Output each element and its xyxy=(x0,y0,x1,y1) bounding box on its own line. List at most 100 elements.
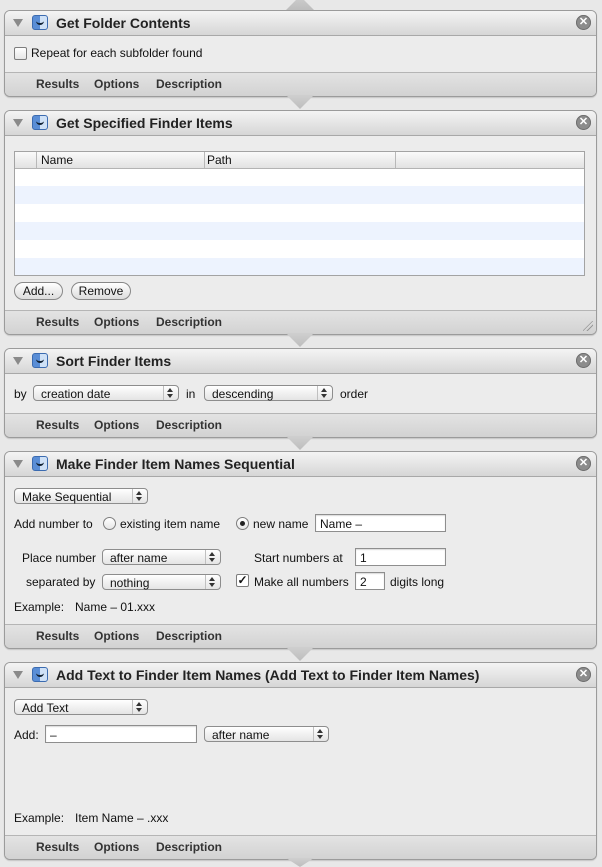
add-text-field[interactable]: – xyxy=(45,725,197,743)
order-label: order xyxy=(340,387,369,401)
connector xyxy=(286,647,314,661)
text-position-value: after name xyxy=(212,728,270,742)
table-header: Name Path xyxy=(15,152,584,169)
finder-icon xyxy=(32,456,48,471)
tab-options[interactable]: Options xyxy=(94,629,139,643)
tab-description[interactable]: Description xyxy=(156,418,222,432)
disclosure-triangle-icon[interactable] xyxy=(13,119,23,127)
tab-description[interactable]: Description xyxy=(156,315,222,329)
place-number-label: Place number xyxy=(22,551,97,565)
finder-icon xyxy=(32,667,48,682)
close-icon[interactable]: ✕ xyxy=(576,15,591,30)
text-position-popup[interactable]: after name xyxy=(204,726,329,742)
tab-description[interactable]: Description xyxy=(156,77,222,91)
action-footer: Results Options Description xyxy=(5,310,596,334)
tab-options[interactable]: Options xyxy=(94,77,139,91)
add-label: Add: xyxy=(14,728,39,742)
tab-results[interactable]: Results xyxy=(36,840,79,854)
new-name-radio[interactable] xyxy=(236,517,249,530)
action-footer: Results Options Description xyxy=(5,413,596,437)
start-numbers-field[interactable]: 1 xyxy=(355,548,446,566)
sort-order-value: descending xyxy=(212,387,274,401)
action-footer: Results Options Description xyxy=(5,624,596,648)
column-header-path[interactable]: Path xyxy=(207,153,232,167)
new-name-value: Name – xyxy=(320,517,363,531)
add-button[interactable]: Add... xyxy=(14,282,63,300)
finder-icon xyxy=(32,353,48,368)
connector xyxy=(286,858,314,867)
digits-field[interactable]: 2 xyxy=(355,572,385,590)
finder-icon xyxy=(32,115,48,130)
repeat-subfolder-label: Repeat for each subfolder found xyxy=(31,46,203,60)
example-label: Example: xyxy=(14,600,65,614)
sort-by-value: creation date xyxy=(41,387,111,401)
existing-item-name-radio[interactable] xyxy=(103,517,116,530)
add-text-mode-value: Add Text xyxy=(22,701,69,715)
popup-arrows-icon xyxy=(313,727,328,741)
disclosure-triangle-icon[interactable] xyxy=(13,357,23,365)
action-header: Add Text to Finder Item Names (Add Text … xyxy=(5,663,596,688)
popup-arrows-icon xyxy=(132,700,147,714)
make-all-numbers-checkbox[interactable]: ✓ xyxy=(236,574,249,587)
finder-items-table[interactable]: Name Path xyxy=(14,151,585,276)
table-row[interactable] xyxy=(15,240,584,258)
start-numbers-value: 1 xyxy=(360,551,367,565)
example-value: Item Name – .xxx xyxy=(75,811,169,825)
popup-arrows-icon xyxy=(317,386,332,400)
close-icon[interactable]: ✕ xyxy=(576,456,591,471)
mode-popup[interactable]: Make Sequential xyxy=(14,488,148,504)
tab-description[interactable]: Description xyxy=(156,840,222,854)
action-header: Get Folder Contents ✕ xyxy=(5,11,596,36)
add-text-value: – xyxy=(50,728,57,742)
add-text-mode-popup[interactable]: Add Text xyxy=(14,699,148,715)
action-make-sequential: Make Finder Item Names Sequential ✕ Make… xyxy=(4,451,597,649)
action-header: Make Finder Item Names Sequential ✕ xyxy=(5,452,596,477)
table-row[interactable] xyxy=(15,222,584,240)
close-icon[interactable]: ✕ xyxy=(576,667,591,682)
place-number-popup[interactable]: after name xyxy=(102,549,221,565)
disclosure-triangle-icon[interactable] xyxy=(13,671,23,679)
sort-order-popup[interactable]: descending xyxy=(204,385,333,401)
tab-results[interactable]: Results xyxy=(36,418,79,432)
close-icon[interactable]: ✕ xyxy=(576,115,591,130)
tab-options[interactable]: Options xyxy=(94,315,139,329)
repeat-subfolder-checkbox[interactable] xyxy=(14,47,27,60)
digits-long-label: digits long xyxy=(390,575,445,589)
tab-options[interactable]: Options xyxy=(94,840,139,854)
new-name-label: new name xyxy=(253,517,309,531)
tab-results[interactable]: Results xyxy=(36,629,79,643)
disclosure-triangle-icon[interactable] xyxy=(13,19,23,27)
resize-grip-icon[interactable] xyxy=(583,321,593,331)
table-row[interactable] xyxy=(15,258,584,275)
close-icon[interactable]: ✕ xyxy=(576,353,591,368)
separated-by-popup[interactable]: nothing xyxy=(102,574,221,590)
new-name-field[interactable]: Name – xyxy=(315,514,446,532)
tab-results[interactable]: Results xyxy=(36,77,79,91)
by-label: by xyxy=(14,387,27,401)
action-header: Sort Finder Items ✕ xyxy=(5,349,596,374)
action-title: Add Text to Finder Item Names (Add Text … xyxy=(56,667,480,683)
action-footer: Results Options Description xyxy=(5,835,596,859)
separated-by-label: separated by xyxy=(26,575,96,589)
sort-by-popup[interactable]: creation date xyxy=(33,385,179,401)
action-header: Get Specified Finder Items ✕ xyxy=(5,111,596,136)
finder-icon xyxy=(32,15,48,30)
table-row[interactable] xyxy=(15,186,584,204)
table-row[interactable] xyxy=(15,168,584,186)
example-value: Name – 01.xxx xyxy=(75,600,156,614)
popup-arrows-icon xyxy=(205,550,220,564)
action-title: Sort Finder Items xyxy=(56,353,172,369)
connector xyxy=(286,436,314,450)
table-row[interactable] xyxy=(15,204,584,222)
disclosure-triangle-icon[interactable] xyxy=(13,460,23,468)
tab-results[interactable]: Results xyxy=(36,315,79,329)
existing-item-name-label: existing item name xyxy=(120,517,221,531)
column-header-name[interactable]: Name xyxy=(41,153,73,167)
connector xyxy=(286,333,314,347)
tab-description[interactable]: Description xyxy=(156,629,222,643)
tab-options[interactable]: Options xyxy=(94,418,139,432)
remove-button[interactable]: Remove xyxy=(71,282,131,300)
action-add-text: Add Text to Finder Item Names (Add Text … xyxy=(4,662,597,860)
separated-by-value: nothing xyxy=(110,576,150,590)
action-title: Get Folder Contents xyxy=(56,15,191,31)
